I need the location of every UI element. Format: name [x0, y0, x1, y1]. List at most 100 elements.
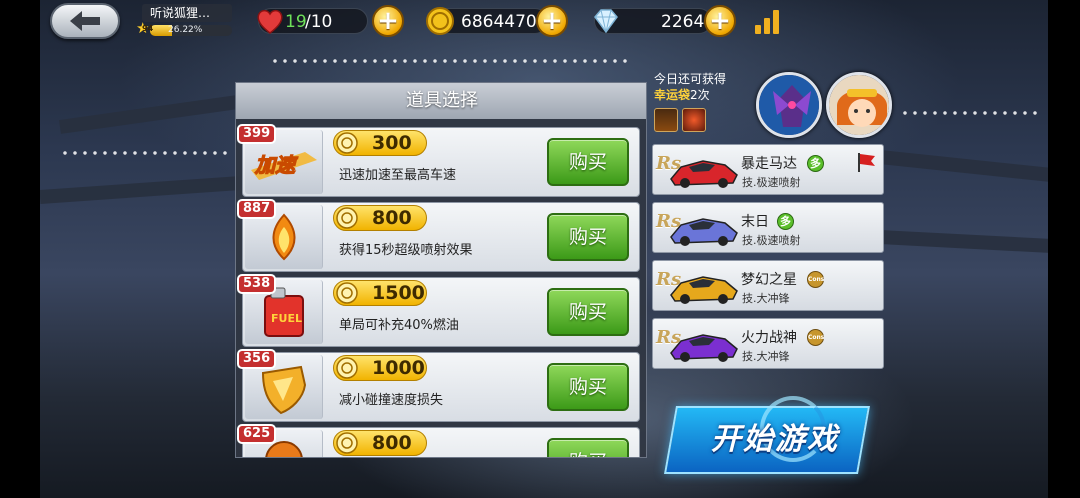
shop-item-jet: 887 800 获得15秒超级喷射效果 购买 — [237, 199, 640, 272]
car-skill: 技.极速喷射 — [742, 176, 801, 189]
buy-button[interactable]: 购买 — [547, 213, 629, 261]
lucky-bag-count: 2次 — [690, 88, 710, 102]
car-icon — [670, 160, 738, 188]
cons-badge-icon: Cons — [807, 329, 824, 346]
item-shop-title: 道具选择 — [236, 83, 646, 119]
car-row[interactable]: Rs 梦幻之星 技.大冲锋 Cons — [652, 260, 884, 311]
player-info[interactable]: 听说狐狸… ★ 94 26.22% — [136, 4, 232, 38]
screen-edge-left — [0, 0, 40, 498]
plus-icon: + — [709, 6, 731, 36]
car-skill: 技.大冲锋 — [742, 292, 790, 305]
buy-button[interactable]: 购买 — [547, 363, 629, 411]
car-name: 暴走马达 — [741, 156, 797, 172]
item-count-badge: 399 — [237, 124, 277, 144]
item-price: 1000 — [333, 355, 427, 381]
hearts-max: /10 — [305, 12, 333, 32]
item-price-value: 800 — [372, 207, 412, 229]
coin-icon — [336, 357, 358, 379]
coin-icon — [336, 432, 358, 454]
lucky-bag-info[interactable]: 今日还可获得 幸运袋2次 — [654, 72, 754, 132]
lucky-bag-item-icon — [654, 108, 678, 132]
hearts-counter: 19 /10 — [257, 8, 368, 34]
back-arrow-icon — [70, 11, 100, 31]
item-count-badge: 356 — [237, 349, 277, 369]
item-description: 减小碰撞速度损失 — [339, 393, 444, 408]
item-description: 获得15秒超级喷射效果 — [339, 243, 473, 258]
shop-item-speed-boost: 加速 399 300 迅速加速至最高车速 购买 — [237, 124, 640, 197]
lucky-bag-item-icon — [682, 108, 706, 132]
buy-button[interactable]: 购买 — [547, 288, 629, 336]
coin-icon — [336, 132, 358, 154]
car-skill: 技.大冲锋 — [742, 350, 790, 363]
player-level: 94 — [142, 24, 154, 33]
lucky-bag-icons — [654, 108, 710, 134]
coins-amount: 6864470 — [461, 12, 537, 32]
coin-icon — [426, 7, 454, 35]
multi-badge-icon: 多 — [807, 155, 824, 172]
coin-icon — [336, 282, 358, 304]
ceiling-beam — [39, 176, 241, 204]
car-skill: 技.极速喷射 — [742, 234, 801, 247]
ceiling-beam — [879, 150, 1050, 182]
diamonds-amount: 2264 — [661, 12, 705, 32]
multi-badge-icon: 多 — [777, 213, 794, 230]
lucky-bag-line1: 今日还可获得 — [654, 72, 727, 86]
car-icon — [670, 276, 738, 304]
add-coins-button[interactable]: + — [536, 5, 568, 37]
item-price-value: 1500 — [372, 282, 425, 304]
item-price: 800 — [333, 430, 427, 456]
item-description: 迅速加速至最高车速 — [339, 168, 457, 183]
driver-avatar[interactable] — [756, 72, 822, 138]
item-count-badge: 887 — [237, 199, 277, 219]
pet-avatar[interactable] — [826, 72, 892, 138]
car-icon — [670, 218, 738, 246]
diamonds-counter: 2264 — [594, 8, 712, 34]
shop-item-orb: 625 800 购买 — [237, 424, 640, 457]
speed-boost-label: 加速 — [254, 153, 299, 177]
car-icon — [670, 334, 738, 362]
xp-percent: 26.22% — [168, 25, 203, 35]
car-name: 末日 — [741, 214, 769, 230]
heart-icon — [257, 9, 283, 34]
screen-edge-right — [1048, 0, 1080, 498]
ceiling-lights — [900, 110, 1040, 116]
item-shop-panel: 道具选择 加速 399 300 迅速加速至最高车速 购买 887 800 获得1… — [235, 82, 647, 458]
item-count-badge: 625 — [237, 424, 277, 444]
ceiling-lights — [60, 150, 230, 156]
coin-icon — [336, 207, 358, 229]
car-row[interactable]: Rs 末日 技.极速喷射多 — [652, 202, 884, 253]
coins-counter: 6864470 — [426, 7, 548, 35]
item-price: 300 — [333, 130, 427, 156]
ceiling-lights — [270, 58, 630, 64]
hearts-current: 19 — [285, 12, 307, 32]
ceiling-beam — [59, 95, 240, 134]
plus-icon: + — [541, 6, 563, 36]
item-price: 800 — [333, 205, 427, 231]
item-description: 单局可补充40%燃油 — [339, 318, 459, 333]
cons-badge-icon: Cons — [807, 271, 824, 288]
item-price-value: 300 — [372, 132, 412, 154]
start-game-label: 开始游戏 — [711, 422, 839, 457]
race-flag-icon — [858, 153, 875, 172]
shop-item-fuel: FUEL 538 1500 单局可补充40%燃油 购买 — [237, 274, 640, 347]
item-price: 1500 — [333, 280, 427, 306]
car-row[interactable]: Rs 暴走马达 技.极速喷射多 — [652, 144, 884, 195]
fuel-can-label: FUEL — [271, 312, 302, 325]
item-price-value: 1000 — [372, 357, 425, 379]
signal-strength-icon — [755, 8, 785, 34]
lucky-bag-label: 幸运袋 — [654, 88, 691, 102]
buy-button[interactable]: 购买 — [547, 438, 629, 457]
item-count-badge: 538 — [237, 274, 277, 294]
diamond-icon — [594, 9, 618, 34]
car-name: 火力战神 — [741, 330, 797, 346]
shop-item-shield: 356 1000 减小碰撞速度损失 购买 — [237, 349, 640, 422]
buy-button[interactable]: 购买 — [547, 138, 629, 186]
car-name: 梦幻之星 — [741, 272, 797, 288]
item-price-value: 800 — [372, 432, 412, 454]
add-diamonds-button[interactable]: + — [704, 5, 736, 37]
player-name: 听说狐狸… — [142, 4, 232, 22]
car-row[interactable]: Rs 火力战神 技.大冲锋 Cons — [652, 318, 884, 369]
plus-icon: + — [377, 6, 399, 36]
back-button[interactable] — [50, 3, 120, 39]
add-hearts-button[interactable]: + — [372, 5, 404, 37]
